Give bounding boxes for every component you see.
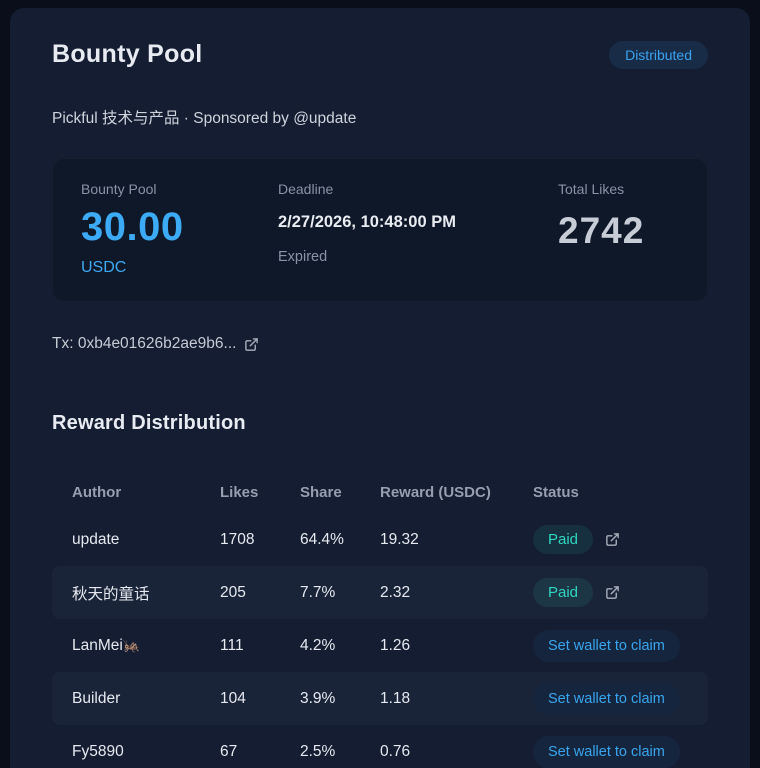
set-wallet-to-claim-button[interactable]: Set wallet to claim bbox=[533, 736, 680, 768]
stat-label: Bounty Pool bbox=[81, 181, 278, 197]
stat-bounty-pool: Bounty Pool 30.00 USDC bbox=[81, 181, 278, 277]
table-row: LanMei🦗1114.2%1.26Set wallet to claim bbox=[52, 619, 708, 672]
status-cell: Paid bbox=[533, 525, 688, 554]
status-cell: Set wallet to claim bbox=[533, 683, 688, 715]
author-name: Fy5890 bbox=[72, 743, 124, 760]
likes-cell: 67 bbox=[220, 743, 300, 761]
reward-cell: 2.32 bbox=[380, 584, 533, 602]
transaction-hash: Tx: 0xb4e01626b2ae9b6... bbox=[52, 335, 236, 353]
author-cell: 秋天的童话 bbox=[72, 582, 220, 604]
status-cell: Set wallet to claim bbox=[533, 736, 688, 768]
column-header-share: Share bbox=[300, 484, 380, 501]
reward-table: AuthorLikesShareReward (USDC)Status upda… bbox=[52, 471, 708, 768]
external-link-icon[interactable] bbox=[605, 585, 620, 600]
author-name: update bbox=[72, 531, 119, 548]
share-cell: 64.4% bbox=[300, 531, 380, 549]
stat-label: Total Likes bbox=[558, 181, 679, 197]
author-cell: LanMei🦗 bbox=[72, 637, 220, 655]
author-cell: Fy5890 bbox=[72, 743, 220, 761]
external-link-icon[interactable] bbox=[605, 532, 620, 547]
reward-cell: 19.32 bbox=[380, 531, 533, 549]
reward-cell: 1.26 bbox=[380, 637, 533, 655]
bounty-pool-amount: 30.00 bbox=[81, 205, 278, 250]
external-link-icon bbox=[244, 337, 259, 352]
total-likes-value: 2742 bbox=[558, 210, 679, 252]
status-cell: Set wallet to claim bbox=[533, 630, 688, 662]
table-body: update170864.4%19.32Paid秋天的童话2057.7%2.32… bbox=[52, 513, 708, 768]
set-wallet-to-claim-button[interactable]: Set wallet to claim bbox=[533, 683, 680, 715]
likes-cell: 111 bbox=[220, 637, 300, 655]
set-wallet-to-claim-button[interactable]: Set wallet to claim bbox=[533, 630, 680, 662]
paid-status-pill: Paid bbox=[533, 525, 593, 554]
stats-card: Bounty Pool 30.00 USDC Deadline 2/27/202… bbox=[52, 158, 708, 302]
reward-distribution-title: Reward Distribution bbox=[52, 412, 708, 435]
bounty-pool-currency: USDC bbox=[81, 259, 278, 277]
table-header-row: AuthorLikesShareReward (USDC)Status bbox=[52, 471, 708, 513]
table-row: update 170864.4%19.32Paid bbox=[52, 513, 708, 566]
column-header-status: Status bbox=[533, 484, 688, 501]
cricket-emoji-icon: 🦗 bbox=[123, 637, 140, 653]
paid-status-pill: Paid bbox=[533, 578, 593, 607]
page-subtitle: Pickful 技术与产品 · Sponsored by @update bbox=[52, 106, 708, 128]
stat-deadline: Deadline 2/27/2026, 10:48:00 PM Expired bbox=[278, 181, 558, 277]
stat-total-likes: Total Likes 2742 bbox=[558, 181, 679, 277]
bounty-pool-panel: Bounty Pool Distributed Pickful 技术与产品 · … bbox=[10, 8, 750, 768]
deadline-value: 2/27/2026, 10:48:00 PM bbox=[278, 213, 558, 232]
column-header-author: Author bbox=[72, 484, 220, 501]
table-row: 秋天的童话 2057.7%2.32Paid bbox=[52, 566, 708, 619]
author-cell: Builder bbox=[72, 690, 220, 708]
share-cell: 4.2% bbox=[300, 637, 380, 655]
transaction-link[interactable]: Tx: 0xb4e01626b2ae9b6... bbox=[52, 335, 259, 353]
share-cell: 2.5% bbox=[300, 743, 380, 761]
status-badge: Distributed bbox=[609, 41, 708, 69]
stat-label: Deadline bbox=[278, 181, 558, 197]
author-cell: update bbox=[72, 531, 220, 549]
author-name: Builder bbox=[72, 690, 120, 707]
deadline-status: Expired bbox=[278, 249, 558, 265]
table-row: Builder 1043.9%1.18Set wallet to claim bbox=[52, 672, 708, 725]
reward-cell: 1.18 bbox=[380, 690, 533, 708]
column-header-reward-usdc: Reward (USDC) bbox=[380, 484, 533, 501]
share-cell: 7.7% bbox=[300, 584, 380, 602]
likes-cell: 205 bbox=[220, 584, 300, 602]
author-name: 秋天的童话 bbox=[72, 586, 150, 603]
likes-cell: 104 bbox=[220, 690, 300, 708]
share-cell: 3.9% bbox=[300, 690, 380, 708]
page-title: Bounty Pool bbox=[52, 40, 203, 69]
column-header-likes: Likes bbox=[220, 484, 300, 501]
table-row: Fy5890 672.5%0.76Set wallet to claim bbox=[52, 725, 708, 768]
status-cell: Paid bbox=[533, 578, 688, 607]
likes-cell: 1708 bbox=[220, 531, 300, 549]
reward-cell: 0.76 bbox=[380, 743, 533, 761]
page-header: Bounty Pool Distributed bbox=[52, 40, 708, 69]
author-name: LanMei bbox=[72, 637, 123, 654]
